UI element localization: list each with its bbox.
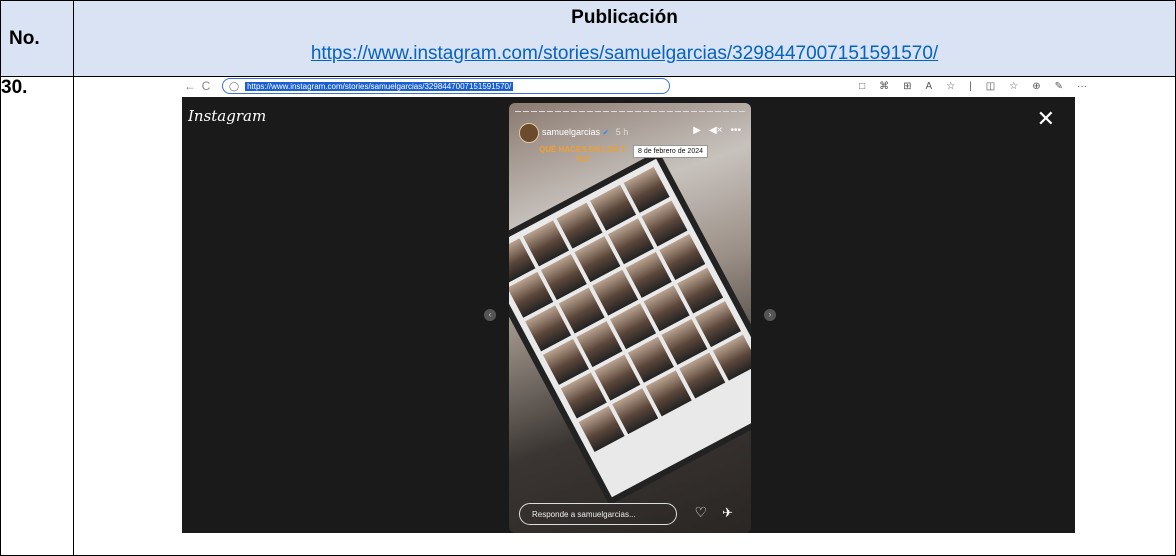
story-frame: samuelgarcias ✔ 5 h ▶ ◀× ••• QUÉ HACES E… — [509, 103, 751, 533]
next-arrow-icon[interactable]: › — [764, 309, 776, 321]
sound-icon[interactable]: ◀× — [709, 125, 723, 136]
separator: | — [969, 80, 972, 92]
grid-icon[interactable]: ⊞ — [903, 81, 911, 92]
date-tooltip: 8 de febrero de 2024 — [633, 145, 708, 158]
url-text[interactable]: https://www.instagram.com/stories/samuel… — [245, 81, 514, 91]
publication-table: No. Publicación https://www.instagram.co… — [0, 0, 1176, 556]
username[interactable]: samuelgarcias — [542, 127, 600, 137]
send-icon[interactable]: ✈ — [722, 505, 733, 521]
instagram-logo[interactable]: Instagram — [188, 107, 266, 125]
header-no-cell: No. — [0, 0, 74, 77]
back-icon[interactable]: ← — [182, 79, 198, 93]
play-icon[interactable]: ▶ — [693, 125, 701, 136]
story-progress-bar — [515, 111, 745, 112]
caption-line-1: QUÉ HACES EN LOS T — [539, 145, 626, 154]
story-photo — [509, 150, 751, 506]
favorites-icon[interactable]: ☆ — [1009, 81, 1018, 92]
publication-link[interactable]: https://www.instagram.com/stories/samuel… — [74, 43, 1175, 65]
story-caption: QUÉ HACES EN LOS T YO! — [539, 145, 626, 165]
reply-input[interactable]: Responde a samuelgarcias... — [519, 503, 677, 525]
apps-icon[interactable]: ⌘ — [879, 81, 889, 92]
browser-toolbar: □ ⌘ ⊞ A ☆ | ◫ ☆ ⊕ ✎ ··· — [859, 81, 1087, 92]
more-icon[interactable]: ··· — [1077, 81, 1087, 92]
header-pub-cell: Publicación https://www.instagram.com/st… — [73, 0, 1176, 77]
prev-arrow-icon[interactable]: ‹ — [484, 309, 496, 321]
story-user[interactable]: samuelgarcias ✔ 5 h — [542, 127, 628, 137]
avatar[interactable] — [519, 123, 539, 143]
heart-icon[interactable]: ♡ — [694, 504, 707, 521]
row-number: 30. — [0, 76, 74, 556]
data-row: 30. ← C ◯ https://www.instagram.com/stor… — [0, 76, 1176, 556]
lock-icon: ◯ — [229, 80, 240, 91]
verified-icon: ✔ — [602, 128, 610, 137]
caption-line-2: YO! — [575, 155, 590, 164]
header-row: No. Publicación https://www.instagram.co… — [0, 0, 1176, 77]
story-time: 5 h — [615, 127, 629, 137]
extension-icon[interactable]: ✎ — [1055, 81, 1063, 92]
browser-address-bar: ← C ◯ https://www.instagram.com/stories/… — [182, 77, 1087, 95]
header-publicacion: Publicación — [571, 7, 678, 28]
collections-icon[interactable]: ⊕ — [1032, 81, 1040, 92]
story-photo-screen — [509, 158, 751, 498]
url-field[interactable]: ◯ https://www.instagram.com/stories/samu… — [222, 78, 670, 94]
close-icon[interactable]: ✕ — [1037, 108, 1055, 130]
star-icon[interactable]: ☆ — [946, 81, 955, 92]
read-aloud-icon[interactable]: □ — [859, 81, 865, 92]
screenshot-cell: ← C ◯ https://www.instagram.com/stories/… — [73, 76, 1176, 556]
header-no: No. — [9, 27, 40, 49]
story-controls: ▶ ◀× ••• — [693, 125, 741, 136]
instagram-story-viewer: Instagram ✕ ‹ › samuelgarcias ✔ 5 h ▶ ◀×… — [182, 97, 1075, 533]
more-options-icon[interactable]: ••• — [730, 125, 741, 136]
text-icon[interactable]: A — [926, 81, 933, 92]
split-icon[interactable]: ◫ — [986, 81, 995, 92]
reload-icon[interactable]: C — [198, 79, 214, 93]
